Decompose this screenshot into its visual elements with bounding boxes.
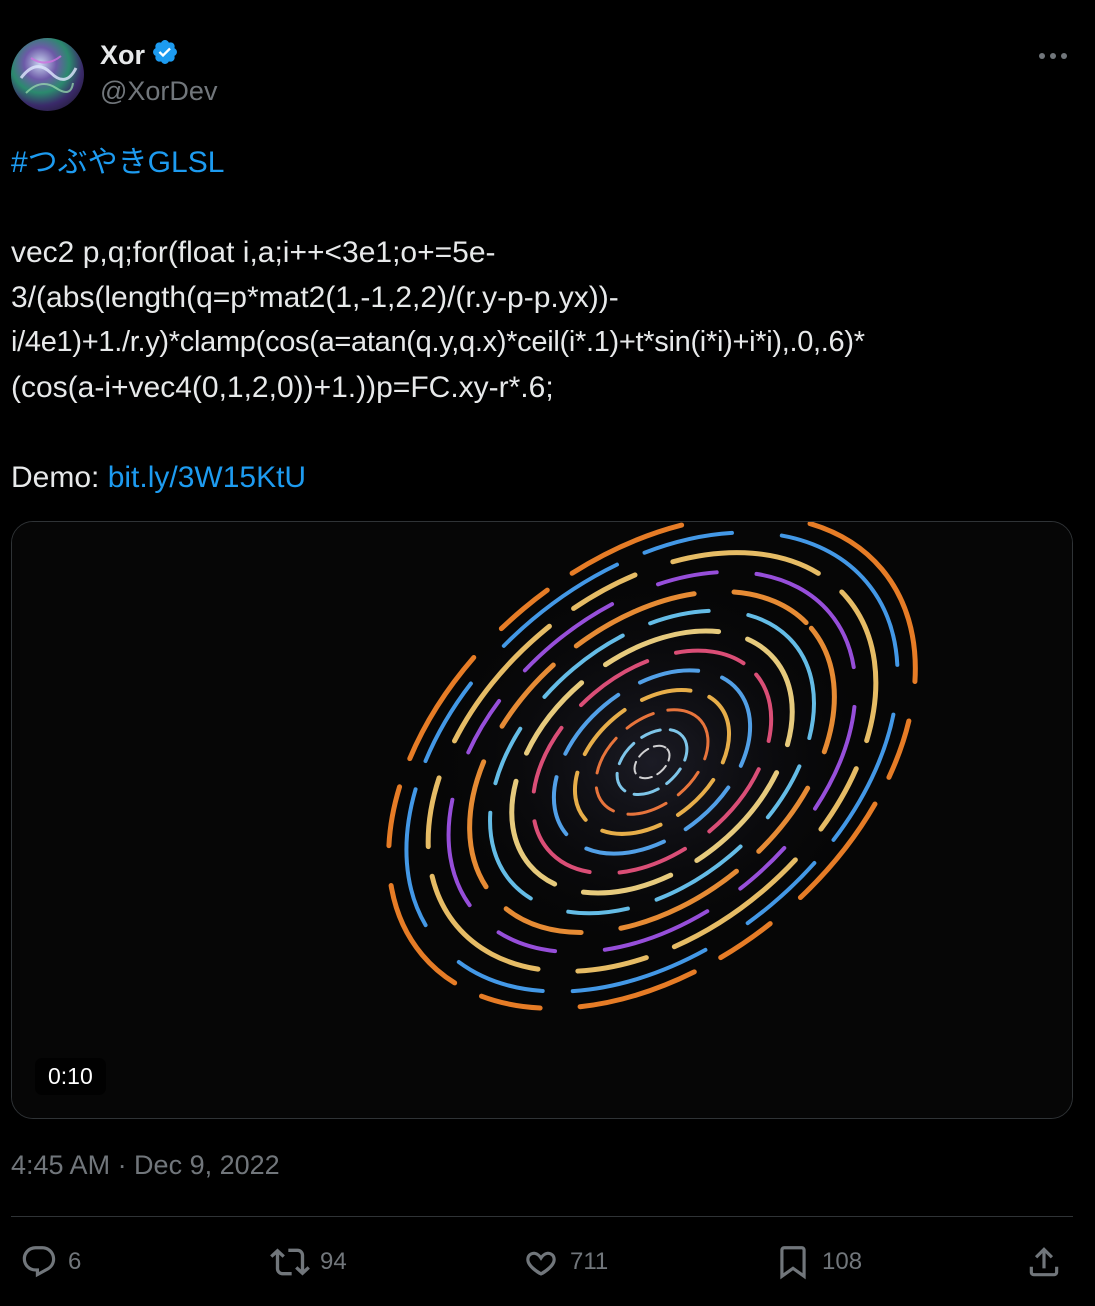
video-player[interactable] xyxy=(11,521,1073,1119)
hashtag-link[interactable]: #つぶやきGLSL xyxy=(11,146,224,179)
reply-count: 6 xyxy=(68,1248,82,1275)
share-icon xyxy=(1029,1247,1059,1277)
video-frame xyxy=(12,522,1072,1118)
code-line: i/4e1)+1./r.y)*clamp(cos(a=atan(q.y,q.x)… xyxy=(11,326,865,358)
repost-icon xyxy=(270,1248,310,1276)
bookmark-count: 108 xyxy=(822,1248,863,1275)
share-button[interactable] xyxy=(1025,1240,1063,1284)
like-count: 711 xyxy=(570,1248,609,1275)
repost-count: 94 xyxy=(320,1248,347,1275)
demo-label: Demo: xyxy=(11,461,100,494)
verified-icon xyxy=(151,38,179,73)
display-name[interactable]: Xor xyxy=(100,38,179,73)
bookmark-button[interactable]: 108 xyxy=(774,1240,862,1284)
more-icon xyxy=(1039,53,1067,59)
demo-link[interactable]: bit.ly/3W15KtU xyxy=(108,461,306,494)
like-button[interactable]: 711 xyxy=(522,1240,608,1284)
bookmark-icon xyxy=(780,1246,806,1280)
reply-icon xyxy=(22,1246,56,1278)
author-name[interactable]: Xor xyxy=(100,40,145,71)
repost-button[interactable]: 94 xyxy=(270,1240,347,1284)
divider xyxy=(11,1216,1073,1217)
avatar[interactable] xyxy=(11,38,84,111)
reply-button[interactable]: 6 xyxy=(20,1240,81,1284)
video-duration: 0:10 xyxy=(35,1058,106,1095)
tweet-timestamp[interactable]: 4:45 AM · Dec 9, 2022 xyxy=(11,1150,280,1181)
like-icon xyxy=(526,1251,556,1276)
code-line: 3/(abs(length(q=p*mat2(1,-1,2,2)/(r.y-p-… xyxy=(11,281,619,314)
code-line: vec2 p,q;for(float i,a;i++<3e1;o+=5e- xyxy=(11,236,496,269)
more-button[interactable] xyxy=(1033,40,1073,72)
author-handle[interactable]: @XorDev xyxy=(100,76,217,107)
tweet-text: #つぶやきGLSL vec2 p,q;for(float i,a;i++<3e1… xyxy=(11,140,1071,500)
code-line: (cos(a-i+vec4(0,1,2,0))+1.))p=FC.xy-r*.6… xyxy=(11,371,554,404)
